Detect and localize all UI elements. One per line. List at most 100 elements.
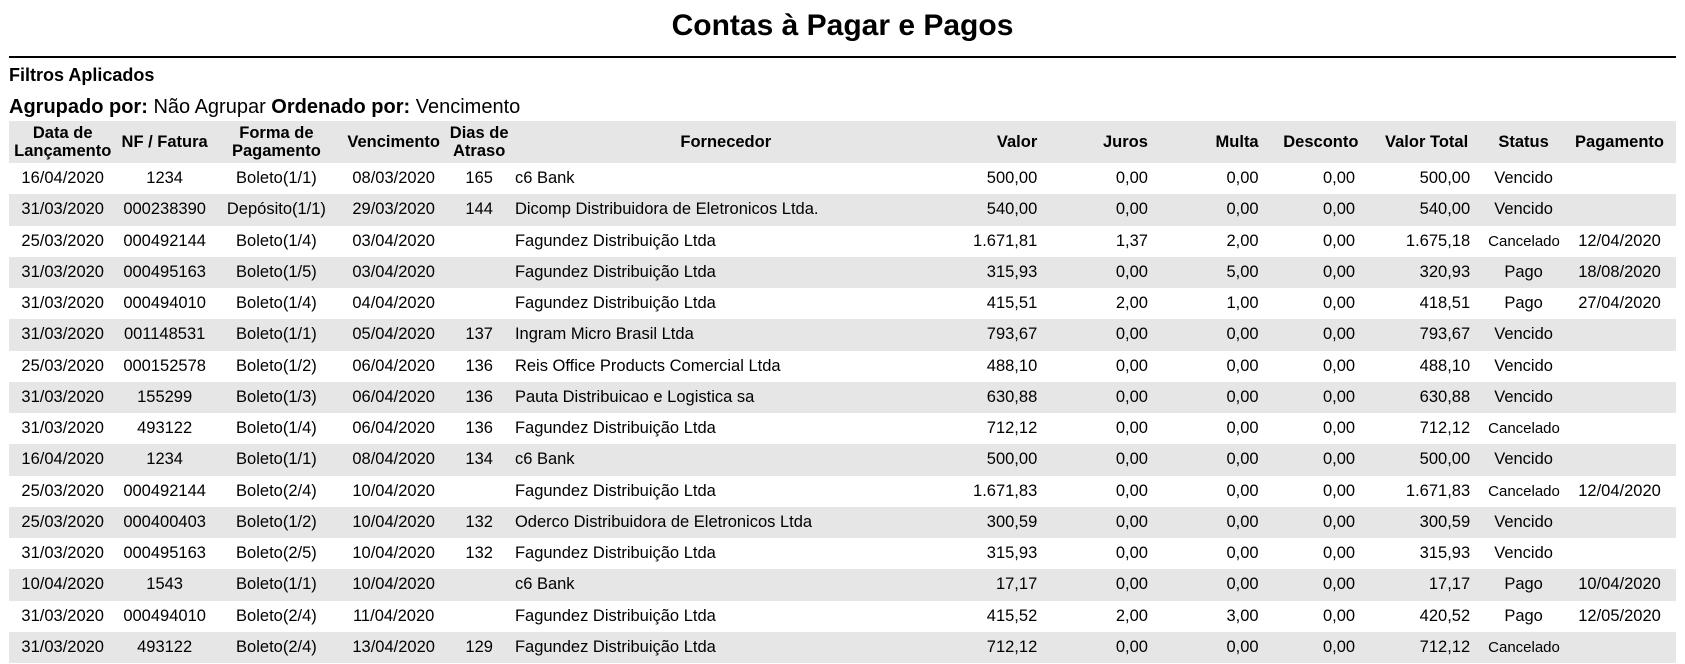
cell-days-late: [447, 226, 511, 257]
col-header-total[interactable]: Valor Total: [1369, 121, 1485, 163]
col-header-days-late[interactable]: Dias de Atraso: [447, 121, 511, 163]
cell-launch-date: 31/03/2020: [9, 194, 117, 226]
cell-total: 1.675,18: [1405, 231, 1471, 250]
cell-launch-date: 31/03/2020: [9, 631, 117, 663]
cell-launch-date: 31/03/2020: [9, 319, 117, 351]
table-row[interactable]: 31/03/2020 155299 Boleto(1/3) 06/04/2020 136…: [9, 381, 1676, 413]
cell-value: 500,00: [986, 169, 1038, 188]
col-header-fine[interactable]: Multa: [1161, 121, 1273, 163]
cell-discount: 0,00: [1272, 256, 1370, 288]
cell-value: 415,52: [986, 606, 1038, 625]
cell-fine: 0,00: [1226, 356, 1259, 375]
cell-supplier: c6 Bank: [510, 569, 941, 601]
table-row[interactable]: 25/03/2020 000492144 Boleto(1/4) 03/04/2020…: [9, 226, 1676, 257]
cell-invoice: 000492144: [123, 481, 206, 500]
table-row[interactable]: 25/03/2020 000492144 Boleto(2/4) 10/04/2020…: [9, 476, 1676, 507]
table-row[interactable]: 31/03/2020 000495163 Boleto(1/5) 03/04/2020…: [9, 256, 1676, 288]
cell-invoice: 1543: [116, 569, 213, 601]
cell-days-late: [447, 256, 511, 288]
cell-status: Vencido: [1484, 194, 1564, 226]
cell-interest: 0,00: [1051, 569, 1162, 601]
cell-payment-date: 18/08/2020: [1563, 256, 1676, 288]
cell-status: Vencido: [1484, 444, 1564, 476]
col-header-value[interactable]: Valor: [940, 121, 1052, 163]
cell-interest: 0,00: [1115, 544, 1148, 563]
table-row[interactable]: 31/03/2020 000495163 Boleto(2/5) 10/04/2020…: [9, 538, 1676, 569]
cell-launch-date: 25/03/2020: [21, 356, 104, 375]
cell-launch-date: 31/03/2020: [21, 419, 104, 438]
cell-payment-date: [1563, 506, 1676, 538]
cell-launch-date: 31/03/2020: [21, 544, 104, 563]
cell-total: 488,10: [1419, 356, 1471, 375]
col-header-supplier[interactable]: Fornecedor: [510, 121, 941, 163]
cell-due-date: 10/04/2020: [339, 569, 448, 601]
cell-payment-form: Boleto(1/3): [212, 381, 340, 413]
cell-discount: 0,00: [1322, 606, 1356, 625]
table-row[interactable]: 31/03/2020 000494010 Boleto(2/4) 11/04/2020…: [9, 601, 1676, 632]
cell-status: Vencido: [1484, 319, 1564, 351]
cell-launch-date: 25/03/2020: [21, 231, 104, 250]
table-row[interactable]: 31/03/2020 000238390 Depósito(1/1) 29/03/20…: [9, 194, 1676, 226]
page-title: Contas à Pagar e Pagos: [671, 9, 1014, 42]
cell-supplier: Fagundez Distribuição Ltda: [514, 481, 716, 500]
col-header-status[interactable]: Status: [1484, 121, 1564, 163]
table-row[interactable]: 25/03/2020 000400403 Boleto(1/2) 10/04/2020…: [9, 506, 1676, 538]
col-header-due-date[interactable]: Vencimento: [339, 121, 448, 163]
cell-status: Cancelado: [1484, 631, 1564, 663]
col-header-payment-form[interactable]: Forma de Pagamento: [212, 121, 340, 163]
cell-payment-date: [1563, 631, 1676, 663]
cell-total: 500,00: [1369, 444, 1485, 476]
cell-due-date: 13/04/2020: [339, 631, 448, 663]
cell-invoice: 001148531: [116, 319, 213, 351]
table-row[interactable]: 10/04/2020 1543 Boleto(1/1) 10/04/2020 c6 Ba…: [9, 569, 1676, 601]
cell-supplier: Reis Office Products Comercial Ltda: [514, 356, 781, 375]
cell-interest: 2,00: [1115, 294, 1148, 313]
cell-interest: 0,00: [1115, 356, 1148, 375]
table-row[interactable]: 25/03/2020 000152578 Boleto(1/2) 06/04/2020…: [9, 351, 1676, 382]
cell-interest: 0,00: [1115, 169, 1148, 188]
cell-status: Vencido: [1494, 356, 1553, 375]
cell-supplier: Ingram Micro Brasil Ltda: [510, 319, 941, 351]
table-row[interactable]: 31/03/2020 493122 Boleto(2/4) 13/04/2020 129…: [9, 631, 1676, 663]
cell-payment-date: 12/05/2020: [1578, 606, 1661, 625]
col-header-payment-date[interactable]: Pagamento: [1563, 121, 1676, 163]
ordered-by-label: Ordenado por:: [271, 96, 411, 118]
cell-supplier: Fagundez Distribuição Ltda: [510, 256, 941, 288]
table-row[interactable]: 16/04/2020 1234 Boleto(1/1) 08/03/2020 165 c6…: [9, 163, 1676, 194]
cell-status: Pago: [1484, 256, 1564, 288]
table-row[interactable]: 31/03/2020 493122 Boleto(1/4) 06/04/2020 136…: [9, 413, 1676, 444]
cell-days-late: 136: [465, 356, 493, 375]
cell-supplier: Fagundez Distribuição Ltda: [514, 544, 716, 563]
cell-total: 420,52: [1419, 606, 1471, 625]
cell-discount: 0,00: [1272, 319, 1370, 351]
cell-due-date: 10/04/2020: [339, 506, 448, 538]
cell-due-date: 06/04/2020: [352, 419, 435, 438]
cell-launch-date: 31/03/2020: [21, 294, 104, 313]
cell-supplier: Fagundez Distribuição Ltda: [514, 419, 716, 438]
cell-value: 415,51: [986, 294, 1038, 313]
cell-discount: 0,00: [1322, 294, 1356, 313]
table-row[interactable]: 16/04/2020 1234 Boleto(1/1) 08/04/2020 134 c6…: [9, 444, 1676, 476]
cell-value: 300,59: [940, 506, 1052, 538]
col-header-interest[interactable]: Juros: [1051, 121, 1162, 163]
col-header-launch-date[interactable]: Data de Lançamento: [9, 121, 117, 163]
cell-fine: 0,00: [1161, 194, 1273, 226]
cell-fine: 2,00: [1226, 231, 1259, 250]
table-row[interactable]: 31/03/2020 000494010 Boleto(1/4) 04/04/2020…: [9, 288, 1676, 319]
cell-discount: 0,00: [1322, 356, 1356, 375]
table-row[interactable]: 31/03/2020 001148531 Boleto(1/1) 05/04/2020…: [9, 319, 1676, 351]
cell-payment-form: Boleto(1/1): [212, 569, 340, 601]
cell-interest: 0,00: [1051, 256, 1162, 288]
cell-days-late: 134: [447, 444, 511, 476]
cell-fine: 0,00: [1226, 169, 1259, 188]
cell-value: 712,12: [986, 419, 1038, 438]
cell-payment-form: Boleto(1/4): [236, 294, 317, 313]
cell-due-date: 03/04/2020: [339, 256, 448, 288]
cell-discount: 0,00: [1322, 544, 1356, 563]
cell-payment-form: Boleto(2/5): [236, 544, 317, 563]
cell-fine: 0,00: [1161, 569, 1273, 601]
cell-due-date: 06/04/2020: [352, 356, 435, 375]
cell-discount: 0,00: [1322, 481, 1356, 500]
col-header-discount[interactable]: Desconto: [1272, 121, 1370, 163]
col-header-invoice[interactable]: NF / Fatura: [116, 121, 213, 163]
